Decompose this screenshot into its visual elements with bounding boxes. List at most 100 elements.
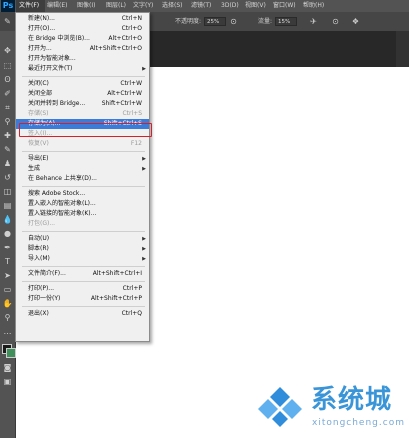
flow-field[interactable]: 15% — [275, 17, 297, 26]
menu-item-label: 打开(O)... — [28, 25, 56, 32]
marquee-tool-icon[interactable]: ⬚ — [2, 60, 13, 71]
menu-item-new[interactable]: 新建(N)... Ctrl+N — [16, 14, 149, 24]
menu-item-close-and-go-to-bridge[interactable]: 关闭并转到 Bridge... Shift+Ctrl+W — [16, 99, 149, 109]
clone-stamp-tool-icon[interactable]: ♟ — [2, 158, 13, 169]
symmetry-icon[interactable]: ❖ — [350, 16, 361, 27]
menu-item-label: 恢复(V) — [28, 140, 49, 147]
opacity-field[interactable]: 25% — [204, 17, 226, 26]
menu-item-save[interactable]: 存储(S) Ctrl+S — [16, 109, 149, 119]
menu-layer[interactable]: 图层(L) — [106, 0, 126, 12]
menu-item-shortcut: Alt+Ctrl+W — [107, 90, 142, 97]
path-select-tool-icon[interactable]: ➤ — [2, 270, 13, 281]
opacity-label: 不透明度: — [175, 18, 202, 25]
menu-item-label: 打印(P)... — [28, 285, 55, 292]
menu-item-import[interactable]: 导入(M) ▶ — [16, 254, 149, 264]
menu-bar: Ps 文件(F) 编辑(E) 图像(I) 图层(L) 文字(Y) 选择(S) 滤… — [0, 0, 409, 12]
menu-item-open[interactable]: 打开(O)... Ctrl+O — [16, 24, 149, 34]
menu-item-label: 导入(M) — [28, 255, 50, 262]
menu-item-print[interactable]: 打印(P)... Ctrl+P — [16, 284, 149, 294]
menu-item-label: 生成 — [28, 165, 41, 172]
menu-item-package[interactable]: 打包(G)... — [16, 219, 149, 229]
menu-item-label: 打开为智能对象... — [28, 55, 76, 62]
submenu-arrow-icon: ▶ — [142, 236, 146, 242]
submenu-arrow-icon: ▶ — [142, 156, 146, 162]
menu-file[interactable]: 文件(F) — [16, 0, 45, 12]
menu-item-search-adobe-stock[interactable]: 搜索 Adobe Stock... — [16, 189, 149, 199]
hand-tool-icon[interactable]: ✋ — [2, 298, 13, 309]
menu-item-label: 关闭(C) — [28, 80, 49, 87]
zoom-tool-icon[interactable]: ⚲ — [2, 312, 13, 323]
quick-select-tool-icon[interactable]: ✐ — [2, 88, 13, 99]
move-tool-icon[interactable]: ✥ — [2, 45, 13, 56]
menu-view[interactable]: 视图(V) — [245, 0, 266, 12]
menu-separator — [22, 231, 145, 232]
history-brush-tool-icon[interactable]: ↺ — [2, 172, 13, 183]
menu-item-close[interactable]: 关闭(C) Ctrl+W — [16, 79, 149, 89]
brush-tool-icon[interactable]: ✎ — [2, 144, 13, 155]
blur-tool-icon[interactable]: 💧 — [2, 214, 13, 225]
menu-item-label: 打印一份(Y) — [28, 295, 61, 302]
more-tools-icon[interactable]: … — [2, 326, 13, 337]
menu-item-revert[interactable]: 恢复(V) F12 — [16, 139, 149, 149]
watermark-logo-icon — [258, 387, 302, 427]
file-menu: 新建(N)... Ctrl+N 打开(O)... Ctrl+O 在 Bridge 中… — [15, 12, 150, 342]
menu-separator — [22, 186, 145, 187]
quick-mask-icon[interactable]: ◙ — [2, 362, 13, 373]
menu-item-place-embedded[interactable]: 置入嵌入的智能对象(L)... — [16, 199, 149, 209]
menu-help[interactable]: 帮助(H) — [303, 0, 324, 12]
menu-item-shortcut: Shift+Ctrl+W — [101, 100, 142, 107]
menu-item-open-as-smart-object[interactable]: 打开为智能对象... — [16, 54, 149, 64]
menu-item-label: 脚本(R) — [28, 245, 49, 252]
gradient-tool-icon[interactable]: ▤ — [2, 200, 13, 211]
background-color-swatch[interactable] — [6, 348, 16, 358]
menu-item-print-one-copy[interactable]: 打印一份(Y) Alt+Shift+Ctrl+P — [16, 294, 149, 304]
brush-tool-icon[interactable]: ✎ — [2, 16, 13, 27]
type-tool-icon[interactable]: T — [2, 256, 13, 267]
pen-tool-icon[interactable]: ✒ — [2, 242, 13, 253]
airbrush-icon[interactable]: ✈ — [308, 16, 319, 27]
lasso-tool-icon[interactable]: ʘ — [2, 74, 13, 85]
menu-item-label: 自动(U) — [28, 235, 50, 242]
shape-tool-icon[interactable]: ▭ — [2, 284, 13, 295]
panel-strip — [396, 31, 409, 67]
menu-separator — [22, 76, 145, 77]
menu-item-shortcut: Ctrl+S — [122, 110, 142, 117]
menu-item-export[interactable]: 导出(E) ▶ — [16, 154, 149, 164]
menu-item-browse-in-bridge[interactable]: 在 Bridge 中浏览(B)... Alt+Ctrl+O — [16, 34, 149, 44]
menu-item-shortcut: Alt+Shift+Ctrl+I — [92, 270, 142, 277]
annotation-highlight-box — [19, 123, 152, 137]
submenu-arrow-icon: ▶ — [142, 246, 146, 252]
menu-item-shortcut: Ctrl+P — [122, 285, 142, 292]
menu-item-label: 关闭并转到 Bridge... — [28, 100, 86, 107]
menu-edit[interactable]: 编辑(E) — [47, 0, 67, 12]
menu-filter[interactable]: 滤镜(T) — [191, 0, 211, 12]
menu-item-label: 退出(X) — [28, 310, 49, 317]
eraser-tool-icon[interactable]: ◫ — [2, 186, 13, 197]
menu-item-shortcut: Alt+Shift+Ctrl+O — [89, 45, 142, 52]
screen-mode-icon[interactable]: ▣ — [2, 376, 13, 387]
menu-item-automate[interactable]: 自动(U) ▶ — [16, 234, 149, 244]
submenu-arrow-icon: ▶ — [142, 256, 146, 262]
pressure-size-icon[interactable]: ⊙ — [330, 16, 341, 27]
menu-select[interactable]: 选择(S) — [162, 0, 183, 12]
menu-item-place-linked[interactable]: 置入链接的智能对象(K)... — [16, 209, 149, 219]
submenu-arrow-icon: ▶ — [142, 66, 146, 72]
menu-item-scripts[interactable]: 脚本(R) ▶ — [16, 244, 149, 254]
crop-tool-icon[interactable]: ⌗ — [2, 102, 13, 113]
menu-type[interactable]: 文字(Y) — [133, 0, 153, 12]
eyedropper-tool-icon[interactable]: ⚲ — [2, 116, 13, 127]
menu-item-exit[interactable]: 退出(X) Ctrl+Q — [16, 309, 149, 319]
dodge-tool-icon[interactable]: ● — [2, 228, 13, 239]
menu-window[interactable]: 窗口(W) — [273, 0, 296, 12]
menu-item-file-info[interactable]: 文件简介(F)... Alt+Shift+Ctrl+I — [16, 269, 149, 279]
pressure-opacity-icon[interactable]: ⊙ — [228, 16, 239, 27]
menu-item-share-on-behance[interactable]: 在 Behance 上共享(D)... — [16, 174, 149, 184]
menu-item-generate[interactable]: 生成 ▶ — [16, 164, 149, 174]
menu-item-open-as[interactable]: 打开为... Alt+Shift+Ctrl+O — [16, 44, 149, 54]
menu-image[interactable]: 图像(I) — [77, 0, 95, 12]
menu-separator — [22, 266, 145, 267]
menu-item-close-all[interactable]: 关闭全部 Alt+Ctrl+W — [16, 89, 149, 99]
menu-3d[interactable]: 3D(D) — [221, 0, 239, 12]
healing-brush-tool-icon[interactable]: ✚ — [2, 130, 13, 141]
menu-item-open-recent[interactable]: 最近打开文件(T) ▶ — [16, 64, 149, 74]
